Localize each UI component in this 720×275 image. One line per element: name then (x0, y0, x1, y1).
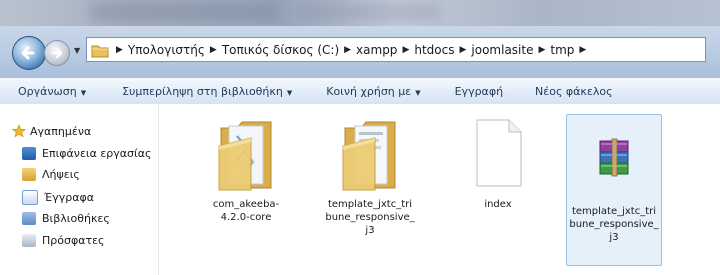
folder-icon (342, 121, 396, 191)
organize-button[interactable]: Οργάνωση ▼ (0, 85, 96, 98)
nav-downloads-label: Λήψεις (42, 168, 80, 181)
nav-documents-label: Έγγραφα (44, 191, 94, 204)
nav-item-downloads[interactable]: Λήψεις (22, 168, 80, 181)
library-label: Συμπερίληψη στη βιβλιοθήκη (122, 84, 283, 98)
new-folder-label: Νέος φάκελος (535, 84, 613, 98)
nav-item-desktop[interactable]: Επιφάνεια εργασίας (22, 147, 151, 160)
breadcrumb-htdocs[interactable]: htdocs (414, 43, 454, 57)
breadcrumb-separator[interactable]: ▶ (538, 45, 545, 55)
breadcrumb-computer[interactable]: Υπολογιστής (128, 43, 205, 57)
nav-item-favorites[interactable]: Αγαπημένα (12, 124, 91, 138)
chevron-down-icon: ▼ (415, 88, 421, 97)
breadcrumb-separator[interactable]: ▶ (344, 45, 351, 55)
breadcrumb-xampp[interactable]: xampp (356, 43, 397, 57)
desktop-icon (22, 147, 36, 160)
nav-item-documents[interactable]: Έγγραφα (22, 190, 94, 205)
breadcrumb-separator[interactable]: ▶ (210, 45, 217, 55)
chevron-down-icon: ▼ (80, 88, 87, 97)
nav-item-libraries[interactable]: Βιβλιοθήκες (22, 212, 110, 225)
downloads-folder-icon (22, 168, 36, 181)
nav-favorites-label: Αγαπημένα (30, 124, 92, 138)
forward-arrow-icon (51, 47, 63, 59)
burn-label: Εγγραφή (454, 84, 504, 98)
new-folder-button[interactable]: Νέος φάκελος (513, 85, 623, 98)
documents-icon (22, 190, 38, 205)
navigation-pane: Αγαπημένα Επιφάνεια εργασίας Λήψεις Έγγρ… (0, 104, 159, 275)
file-item-archive[interactable]: template_jxtc_tribune_responsive_j3 (566, 114, 662, 266)
breadcrumb-separator[interactable]: ▶ (459, 45, 466, 55)
winrar-archive-icon (599, 138, 629, 177)
folder-icon (91, 45, 109, 57)
breadcrumb-tmp[interactable]: tmp (550, 43, 574, 57)
back-button[interactable] (12, 36, 46, 70)
forward-button[interactable] (44, 40, 70, 66)
file-item-folder[interactable]: com_akeeba-4.2.0-core (198, 112, 294, 224)
nav-desktop-label: Επιφάνεια εργασίας (42, 147, 152, 160)
file-item-folder[interactable]: template_jxtc_tribune_responsive_j3 (322, 112, 418, 237)
star-icon (12, 124, 26, 138)
file-name: index (484, 199, 512, 210)
command-toolbar: Οργάνωση ▼ Συμπερίληψη στη βιβλιοθήκη ▼ Κο… (0, 78, 720, 105)
breadcrumb-separator[interactable]: ▶ (116, 45, 123, 55)
include-in-library-button[interactable]: Συμπερίληψη στη βιβλιοθήκη ▼ (96, 85, 302, 98)
blank-document-icon (476, 119, 522, 187)
chevron-down-icon: ▼ (286, 88, 293, 97)
folder-icon (218, 121, 272, 191)
file-name: template_jxtc_tribune_responsive_j3 (569, 206, 659, 243)
window-title-bar (0, 0, 720, 26)
breadcrumb-separator[interactable]: ▶ (402, 45, 409, 55)
title-blur (90, 2, 280, 22)
share-with-button[interactable]: Κοινή χρήση με ▼ (302, 85, 430, 98)
organize-label: Οργάνωση (18, 84, 77, 98)
file-name: com_akeeba-4.2.0-core (212, 199, 280, 223)
file-name: template_jxtc_tribune_responsive_j3 (325, 199, 415, 236)
share-label: Κοινή χρήση με (326, 84, 412, 98)
nav-recent-label: Πρόσφατες (42, 234, 105, 247)
breadcrumb-separator[interactable]: ▶ (579, 45, 586, 55)
title-blur-2 (300, 4, 440, 20)
breadcrumb-joomlasite[interactable]: joomlasite (471, 43, 533, 57)
file-item-document[interactable]: index (450, 112, 546, 211)
recent-pages-dropdown-icon[interactable]: ▼ (74, 46, 80, 55)
back-arrow-icon (21, 46, 35, 60)
breadcrumb-local-disk[interactable]: Τοπικός δίσκος (C:) (222, 43, 339, 57)
nav-item-recent[interactable]: Πρόσφατες (22, 234, 105, 247)
nav-libraries-label: Βιβλιοθήκες (42, 212, 110, 225)
address-bar[interactable]: ▶ Υπολογιστής ▶ Τοπικός δίσκος (C:) ▶ xa… (86, 37, 706, 62)
recent-places-icon (22, 234, 36, 247)
libraries-icon (22, 212, 36, 225)
burn-button[interactable]: Εγγραφή (431, 85, 513, 98)
